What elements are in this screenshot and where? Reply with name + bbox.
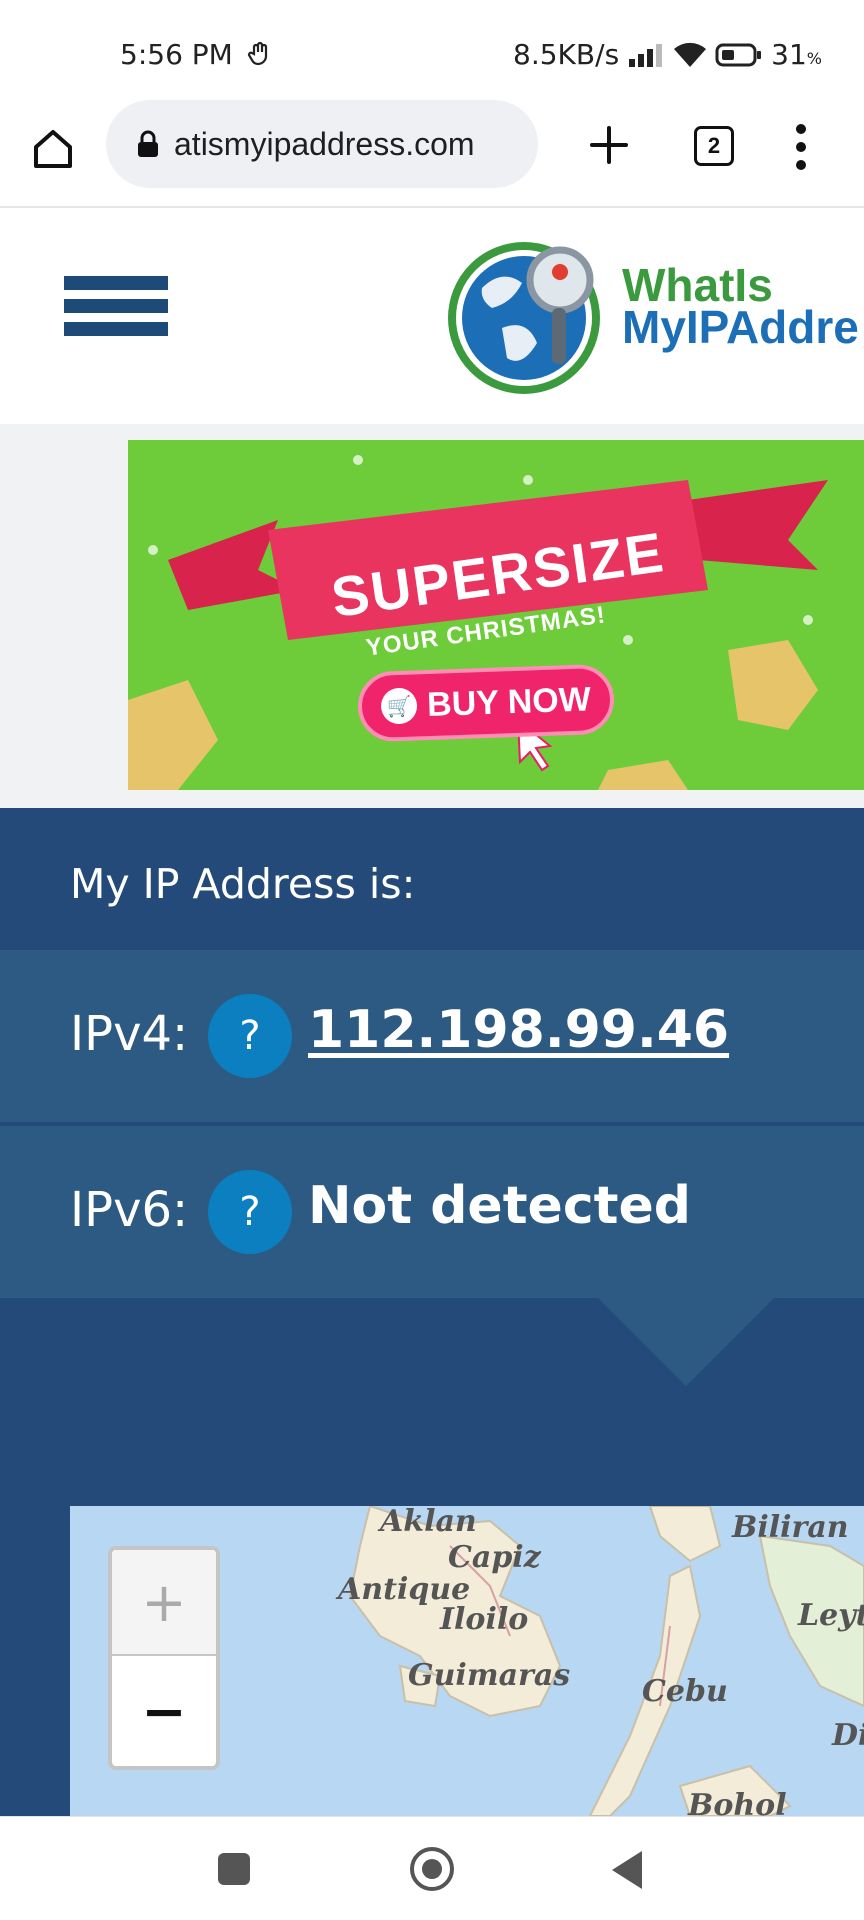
cart-icon: 🛒 [380, 687, 418, 725]
panel-pointer-arrow [598, 1298, 774, 1386]
zoom-in-button[interactable]: + [112, 1550, 216, 1656]
logo-line1: WhatIs [622, 259, 773, 311]
status-bar: 5:56 PM 8.5KB/s 31% [0, 0, 864, 100]
map-label-guimaras: Guimaras [408, 1658, 571, 1693]
home-icon[interactable] [30, 126, 76, 172]
site-logo-text[interactable]: WhatIs MyIPAddre [622, 259, 859, 353]
map-label-biliran: Biliran [732, 1510, 849, 1545]
plus-icon[interactable] [586, 122, 632, 168]
ipv4-row: IPv4: ? 112.198.99.46 [0, 950, 864, 1122]
ipv4-value-link[interactable]: 112.198.99.46 [308, 1000, 729, 1060]
status-time: 5:56 PM [120, 38, 233, 71]
tab-count: 2 [707, 133, 721, 158]
ipv6-value: Not detected [308, 1176, 691, 1236]
ipv6-help-icon[interactable]: ? [208, 1170, 292, 1254]
ip-heading: My IP Address is: [70, 860, 416, 908]
url-text: atismyipaddress.com [174, 125, 475, 162]
zoom-out-button[interactable]: − [112, 1658, 216, 1764]
ipv4-label: IPv4: [70, 1006, 189, 1062]
tabs-button[interactable]: 2 [694, 126, 734, 166]
map-label-cebu: Cebu [642, 1674, 728, 1709]
url-bar[interactable]: atismyipaddress.com [106, 100, 538, 188]
map-zoom-control: + − [108, 1546, 220, 1770]
lock-icon [138, 130, 158, 157]
wifi-icon [674, 42, 707, 67]
ipv4-help-icon[interactable]: ? [208, 994, 292, 1078]
battery-level: 31% [771, 38, 822, 71]
map-label-capiz: Capiz [448, 1540, 541, 1575]
ad-area: SUPERSIZE YOUR CHRISTMAS! 🛒 BUY NOW [0, 424, 864, 808]
hamburger-menu-icon[interactable] [64, 276, 168, 356]
location-map[interactable]: Aklan Capiz Antique Iloilo Guimaras Cebu… [70, 1506, 864, 1816]
map-label-leyte: Leyt [798, 1598, 864, 1633]
ipv6-row: IPv6: ? Not detected [0, 1126, 864, 1298]
map-label-aklan: Aklan [380, 1506, 477, 1539]
recent-apps-icon[interactable] [218, 1853, 250, 1885]
hand-icon [247, 41, 268, 66]
status-indicators: 8.5KB/s 31% [513, 38, 822, 71]
home-nav-icon[interactable] [410, 1847, 454, 1891]
map-label-bohol: Bohol [688, 1788, 787, 1816]
logo-line2: MyIPAddre [622, 301, 859, 353]
globe-logo-icon[interactable] [442, 228, 612, 398]
buy-now-label: BUY NOW [426, 679, 592, 724]
map-label-iloilo: Iloilo [440, 1602, 529, 1637]
browser-toolbar: atismyipaddress.com 2 [0, 100, 864, 208]
back-nav-icon[interactable] [612, 1851, 642, 1889]
more-icon[interactable] [786, 122, 816, 172]
battery-icon [715, 43, 762, 66]
ad-banner[interactable]: SUPERSIZE YOUR CHRISTMAS! 🛒 BUY NOW [128, 440, 864, 790]
site-header: WhatIs MyIPAddre [0, 210, 864, 422]
buy-now-button[interactable]: 🛒 BUY NOW [356, 663, 616, 743]
net-speed: 8.5KB/s [513, 38, 620, 71]
signal-icon [629, 43, 663, 67]
android-nav-bar [0, 1816, 864, 1920]
map-label-di: Di [832, 1718, 864, 1753]
ipv6-label: IPv6: [70, 1182, 189, 1238]
